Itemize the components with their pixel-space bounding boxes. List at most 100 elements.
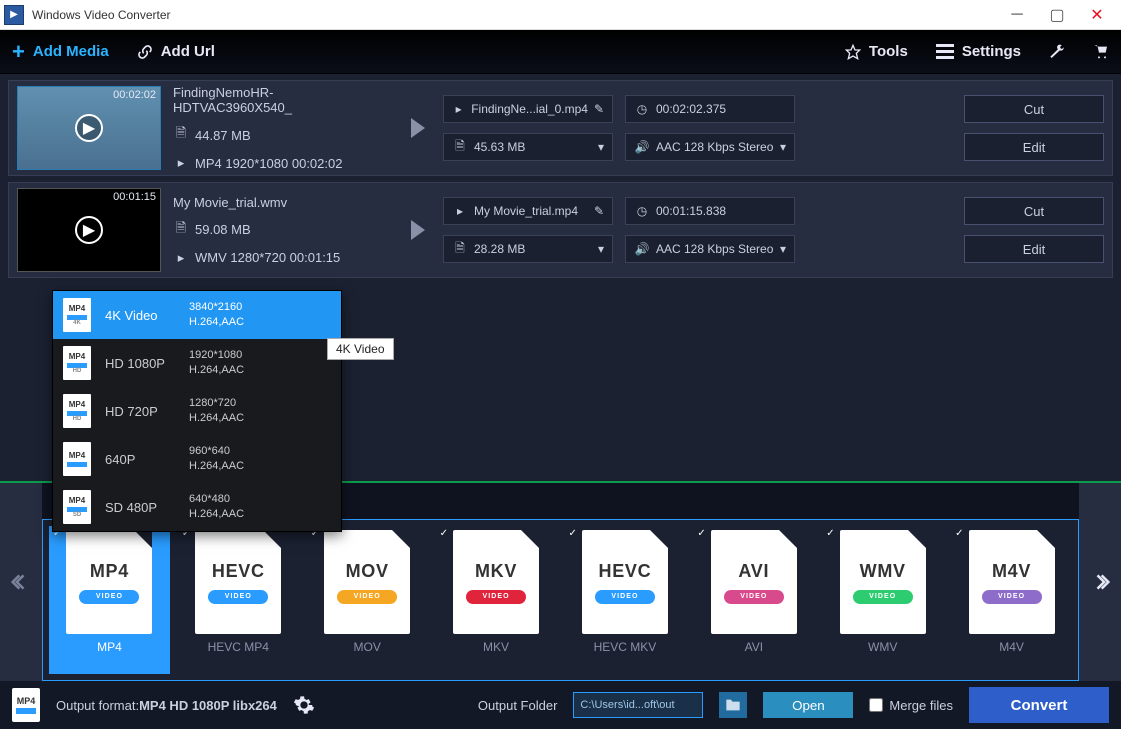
output-audio-select[interactable]: 🔊 AAC 128 Kbps Stereo ▾: [625, 133, 795, 161]
close-button[interactable]: ✕: [1077, 1, 1117, 29]
add-media-label: Add Media: [33, 43, 109, 60]
format-name: AVI: [745, 640, 763, 654]
output-size-text: 45.63 MB: [474, 140, 525, 154]
gear-icon[interactable]: [293, 694, 315, 716]
chevron-down-icon: ▾: [598, 140, 604, 154]
footer-bar: MP4 Output format:MP4 HD 1080P libx264 O…: [0, 681, 1121, 729]
output-size-select[interactable]: 🗎 28.28 MB ▾: [443, 235, 613, 263]
output-name-text: FindingNe...ial_0.mp4: [471, 102, 588, 116]
tools-button[interactable]: Tools: [845, 43, 908, 60]
output-size-select[interactable]: 🗎 45.63 MB ▾: [443, 133, 613, 161]
output-format-icon: MP4: [12, 688, 40, 722]
app-icon: ▶: [4, 5, 24, 25]
file-icon: 🗎: [173, 222, 189, 238]
format-card-hevc-mp4[interactable]: ✓ HEVC VIDEO HEVC MP4: [178, 526, 299, 674]
wrench-icon: [1049, 44, 1065, 60]
file-row: 00:02:02 ▶ FindingNemoHR-HDTVAC3960X540_…: [8, 80, 1113, 176]
format-card-mov[interactable]: ✓ MOV VIDEO MOV: [307, 526, 428, 674]
file-meta: My Movie_trial.wmv 🗎59.08 MB ▸WMV 1280*7…: [173, 195, 383, 266]
key-button[interactable]: [1049, 44, 1065, 60]
video-badge: VIDEO: [208, 590, 268, 604]
thumbnail[interactable]: 00:02:02 ▶: [17, 86, 161, 170]
mp4-icon: MP4: [63, 442, 91, 476]
format-card-m4v[interactable]: ✓ M4V VIDEO M4V: [951, 526, 1072, 674]
video-badge: VIDEO: [982, 590, 1042, 604]
thumbnail[interactable]: 00:01:15 ▶: [17, 188, 161, 272]
play-icon: ▶: [75, 114, 103, 142]
video-badge: VIDEO: [724, 590, 784, 604]
file-size: 44.87 MB: [195, 128, 251, 143]
format-cards: ✓ MP4 VIDEO MP4 ✓ HEVC VIDEO HEVC MP4 ✓ …: [42, 519, 1079, 681]
merge-checkbox[interactable]: Merge files: [869, 698, 953, 713]
add-url-label: Add Url: [161, 43, 215, 60]
check-icon: ✓: [697, 528, 705, 539]
cut-button[interactable]: Cut: [964, 95, 1104, 123]
resolution-name: 4K Video: [105, 308, 175, 323]
convert-button[interactable]: Convert: [969, 687, 1109, 723]
edit-button[interactable]: Edit: [964, 133, 1104, 161]
convert-arrow-icon: [395, 218, 431, 242]
output-audio-select[interactable]: 🔊 AAC 128 Kbps Stereo ▾: [625, 235, 795, 263]
resolution-info: 1920*1080H.264,AAC: [189, 348, 244, 379]
format-page-icon: MKV VIDEO: [453, 530, 539, 634]
format-page-icon: AVI VIDEO: [711, 530, 797, 634]
check-icon: ✓: [826, 528, 834, 539]
format-name: MP4: [97, 640, 122, 654]
output-folder-field[interactable]: C:\Users\id...oft\out: [573, 692, 703, 718]
speaker-icon: 🔊: [634, 241, 650, 257]
resolution-name: HD 720P: [105, 404, 175, 419]
resolution-option-640p[interactable]: MP4 640P 960*640H.264,AAC: [53, 435, 341, 483]
settings-label: Settings: [962, 43, 1021, 60]
edit-icon[interactable]: ✎: [594, 204, 604, 218]
clock-icon: ◷: [634, 101, 650, 117]
format-label: M4V: [992, 561, 1031, 582]
resolution-info: 960*640H.264,AAC: [189, 444, 244, 475]
resolution-option-4k-video[interactable]: MP44K 4K Video 3840*2160H.264,AAC: [53, 291, 341, 339]
output-name-field[interactable]: ▸ My Movie_trial.mp4 ✎: [443, 197, 613, 225]
chevron-down-icon: ▾: [780, 140, 786, 154]
resolution-option-hd-720p[interactable]: MP4HD HD 720P 1280*720H.264,AAC: [53, 387, 341, 435]
output-duration-text: 00:01:15.838: [656, 204, 726, 218]
add-url-button[interactable]: Add Url: [137, 43, 215, 60]
format-card-avi[interactable]: ✓ AVI VIDEO AVI: [693, 526, 814, 674]
format-card-mkv[interactable]: ✓ MKV VIDEO MKV: [436, 526, 557, 674]
resolution-name: HD 1080P: [105, 356, 175, 371]
format-card-mp4[interactable]: ✓ MP4 VIDEO MP4: [49, 526, 170, 674]
format-card-wmv[interactable]: ✓ WMV VIDEO WMV: [822, 526, 943, 674]
maximize-button[interactable]: ▢: [1037, 1, 1077, 29]
cut-button[interactable]: Cut: [964, 197, 1104, 225]
video-badge: VIDEO: [337, 590, 397, 604]
tools-label: Tools: [869, 43, 908, 60]
open-button[interactable]: Open: [763, 692, 853, 718]
add-media-button[interactable]: + Add Media: [12, 39, 109, 65]
duration-overlay: 00:02:02: [113, 89, 156, 101]
output-folder-label: Output Folder: [478, 698, 558, 713]
video-icon: ▸: [173, 250, 189, 266]
output-duration-text: 00:02:02.375: [656, 102, 726, 116]
format-name: WMV: [868, 640, 897, 654]
output-name-field[interactable]: ▸ FindingNe...ial_0.mp4 ✎: [443, 95, 613, 123]
file-size: 59.08 MB: [195, 222, 251, 237]
video-badge: VIDEO: [79, 590, 139, 604]
resolution-option-sd-480p[interactable]: MP4SD SD 480P 640*480H.264,AAC: [53, 483, 341, 531]
output-audio-text: AAC 128 Kbps Stereo: [656, 140, 773, 154]
merge-checkbox-input[interactable]: [869, 698, 883, 712]
speaker-icon: 🔊: [634, 139, 650, 155]
scroll-left-button[interactable]: [0, 483, 42, 681]
menu-icon: [936, 44, 954, 59]
scroll-right-button[interactable]: [1079, 483, 1121, 681]
check-icon: ✓: [955, 528, 963, 539]
edit-button[interactable]: Edit: [964, 235, 1104, 263]
cart-button[interactable]: [1093, 44, 1109, 60]
cart-icon: [1093, 44, 1109, 60]
source-spec: WMV 1280*720 00:01:15: [195, 250, 340, 265]
file-icon: 🗎: [452, 241, 468, 257]
browse-folder-button[interactable]: [719, 692, 747, 718]
edit-icon[interactable]: ✎: [594, 102, 604, 116]
settings-button[interactable]: Settings: [936, 43, 1021, 60]
format-card-hevc-mkv[interactable]: ✓ HEVC VIDEO HEVC MKV: [565, 526, 686, 674]
format-page-icon: HEVC VIDEO: [195, 530, 281, 634]
format-label: MKV: [475, 561, 517, 582]
minimize-button[interactable]: ─: [997, 1, 1037, 29]
resolution-option-hd-1080p[interactable]: MP4HD HD 1080P 1920*1080H.264,AAC: [53, 339, 341, 387]
